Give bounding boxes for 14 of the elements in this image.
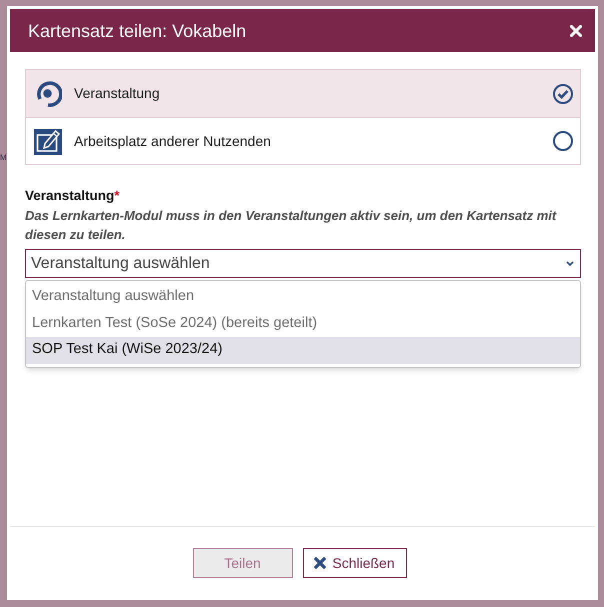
close-icon [314, 557, 326, 569]
help-text: Das Lernkarten-Modul muss in den Veranstaltungen aktiv sein, um den Kartensatz mit diesen zu teilen. [25, 207, 558, 244]
target-icon [34, 80, 62, 108]
pencil-square-icon [34, 127, 62, 155]
dropdown-option[interactable]: SOP Test Kai (WiSe 2023/24) [26, 337, 580, 364]
field-label: Veranstaltung [25, 187, 114, 205]
required-mark: * [114, 187, 120, 205]
background-page-text: M [0, 153, 7, 163]
close-icon [570, 24, 582, 36]
share-target-option[interactable]: Veranstaltung [26, 70, 580, 117]
close-dialog-button[interactable]: Schließen [302, 548, 406, 578]
dialog-title: Kartensatz teilen: Vokabeln [28, 20, 246, 42]
course-select[interactable]: Veranstaltung auswählen [25, 249, 581, 278]
chevron-down-icon [566, 261, 574, 266]
